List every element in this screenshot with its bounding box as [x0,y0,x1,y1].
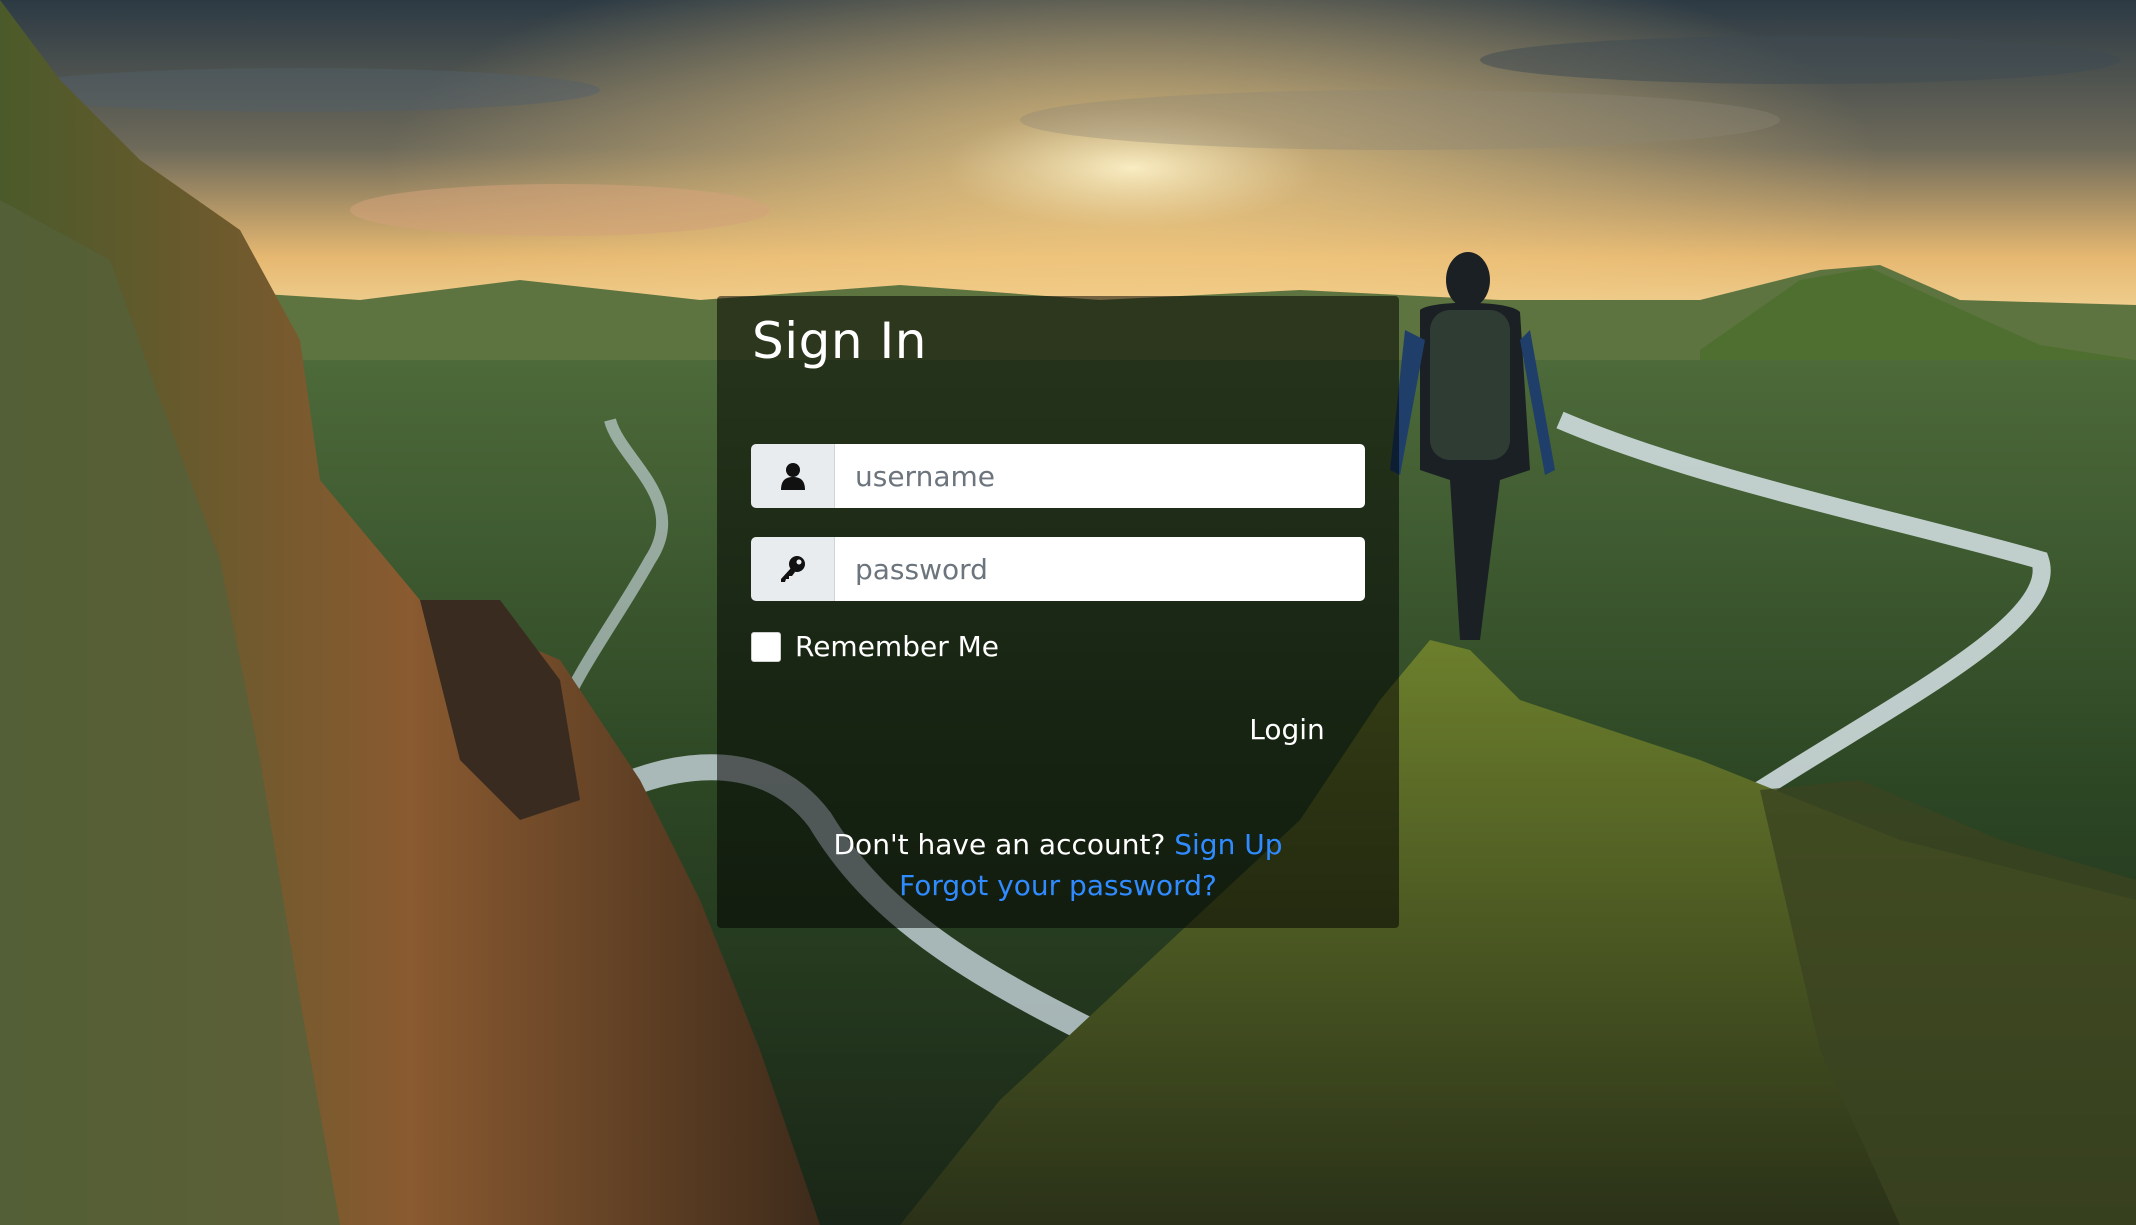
user-icon [751,444,835,508]
account-links: Don't have an account? Sign Up Forgot yo… [717,824,1399,906]
password-field-group [751,537,1365,601]
login-button[interactable]: Login [1217,704,1357,754]
remember-me[interactable]: Remember Me [751,630,999,663]
no-account-text: Don't have an account? [833,828,1166,861]
page-title: Sign In [752,312,927,370]
signup-link[interactable]: Sign Up [1174,828,1282,861]
username-input[interactable] [835,444,1365,508]
key-icon [751,537,835,601]
remember-me-label: Remember Me [795,630,999,663]
forgot-password-link[interactable]: Forgot your password? [899,869,1217,902]
username-field-group [751,444,1365,508]
signin-card: Sign In Remember Me Login Don't have an … [717,296,1399,928]
password-input[interactable] [835,537,1365,601]
remember-me-checkbox[interactable] [751,631,781,662]
